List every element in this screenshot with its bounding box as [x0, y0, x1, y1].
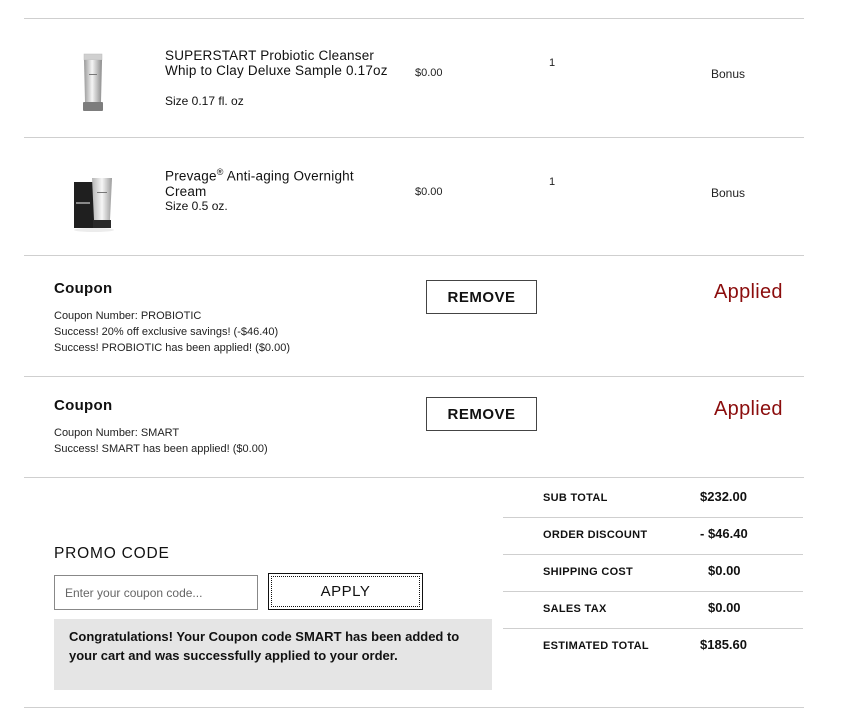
- product-quantity: 1: [549, 176, 556, 188]
- promo-code-label: PROMO CODE: [54, 545, 170, 562]
- divider: [24, 376, 804, 377]
- product-image[interactable]: [78, 52, 108, 114]
- subtotal-value: $232.00: [700, 489, 747, 504]
- product-name-main: Prevage: [165, 168, 217, 184]
- product-type: Bonus: [711, 186, 746, 200]
- apply-button[interactable]: APPLY: [268, 573, 423, 610]
- estimated-total-value: $185.60: [700, 637, 747, 652]
- sales-tax-value: $0.00: [708, 600, 741, 615]
- divider: [24, 477, 804, 478]
- divider: [24, 255, 804, 256]
- coupon-message: Success! SMART has been applied! ($0.00): [54, 443, 268, 455]
- product-price: $0.00: [415, 67, 443, 79]
- coupon-status: Applied: [714, 398, 783, 420]
- divider: [503, 554, 803, 555]
- coupon-code-input[interactable]: [54, 575, 258, 610]
- order-discount-label: ORDER DISCOUNT: [543, 529, 648, 541]
- order-discount-value: - $46.40: [700, 526, 748, 541]
- divider: [24, 707, 804, 708]
- sales-tax-label: SALES TAX: [543, 603, 607, 615]
- subtotal-label: SUB TOTAL: [543, 492, 608, 504]
- divider: [24, 137, 804, 138]
- product-price: $0.00: [415, 186, 443, 198]
- divider: [24, 18, 804, 19]
- product-image[interactable]: [72, 172, 118, 234]
- registered-mark: ®: [216, 167, 224, 177]
- coupon-message: Success! PROBIOTIC has been applied! ($0…: [54, 342, 291, 354]
- divider: [503, 517, 803, 518]
- product-type: Bonus: [711, 67, 746, 81]
- coupon-status: Applied: [714, 281, 783, 303]
- product-size: Size 0.17 fl. oz: [165, 94, 244, 108]
- product-quantity: 1: [549, 57, 556, 69]
- product-name[interactable]: Prevage® Anti-aging Overnight Cream: [165, 165, 390, 199]
- remove-coupon-button[interactable]: REMOVE: [426, 280, 537, 314]
- coupon-number: Coupon Number: PROBIOTIC: [54, 310, 202, 322]
- divider: [503, 591, 803, 592]
- coupon-title: Coupon: [54, 397, 113, 414]
- product-name[interactable]: SUPERSTART Probiotic Cleanser Whip to Cl…: [165, 48, 390, 78]
- divider: [503, 628, 803, 629]
- product-size: Size 0.5 oz.: [165, 199, 228, 213]
- shipping-cost-value: $0.00: [708, 563, 741, 578]
- estimated-total-label: ESTIMATED TOTAL: [543, 640, 649, 652]
- remove-coupon-button[interactable]: REMOVE: [426, 397, 537, 431]
- coupon-title: Coupon: [54, 280, 113, 297]
- coupon-number: Coupon Number: SMART: [54, 427, 180, 439]
- success-message: Congratulations! Your Coupon code SMART …: [54, 619, 492, 690]
- coupon-message: Success! 20% off exclusive savings! (-$4…: [54, 326, 279, 338]
- shipping-cost-label: SHIPPING COST: [543, 566, 634, 578]
